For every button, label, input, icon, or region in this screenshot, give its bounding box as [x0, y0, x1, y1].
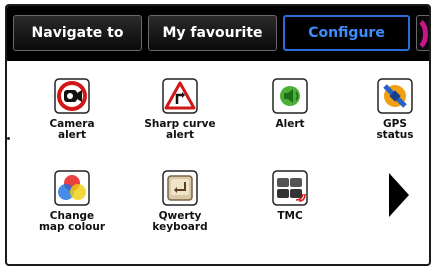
tab-label: Navigate to [31, 25, 124, 41]
camera-alert-icon [53, 77, 91, 115]
color-circles-icon [53, 169, 91, 207]
tab-label: My favourite [162, 25, 263, 41]
gps-satellite-icon [376, 77, 414, 115]
menu-item-label: TMC [277, 210, 303, 222]
traffic-icon [271, 169, 309, 207]
tab-navigate-to[interactable]: Navigate to [13, 15, 142, 51]
menu-item-label: GPS status [376, 118, 414, 141]
menu-item-label: Qwerty keyboard [152, 210, 208, 233]
menu-item-camera-alert[interactable]: Camera alert [22, 77, 122, 167]
navigation-device-screen: Navigate to My favourite Configure Camer… [5, 4, 431, 266]
sharp-curve-icon [161, 77, 199, 115]
menu-item-label: Alert [275, 118, 305, 130]
tab-my-favourite[interactable]: My favourite [148, 15, 277, 51]
menu-item-change-map-colour[interactable]: Change map colour [22, 169, 122, 259]
tab-configure[interactable]: Configure [283, 15, 410, 51]
side-marker [7, 137, 10, 140]
keyboard-key-icon [161, 169, 199, 207]
partial-logo-icon [419, 20, 428, 48]
menu-item-label: Change map colour [38, 210, 106, 233]
tab-label: Configure [308, 25, 385, 41]
next-page-arrow-icon[interactable] [387, 171, 411, 219]
menu-item-alert[interactable]: Alert [240, 77, 340, 167]
alert-speaker-icon [271, 77, 309, 115]
menu-item-gps-status[interactable]: GPS status [345, 77, 429, 167]
tab-partial-next[interactable] [416, 15, 429, 51]
menu-item-label: Camera alert [49, 118, 95, 141]
menu-item-tmc[interactable]: TMC [240, 169, 340, 259]
menu-item-sharp-curve-alert[interactable]: Sharp curve alert [130, 77, 230, 167]
menu-item-label: Sharp curve alert [144, 118, 216, 141]
menu-item-qwerty-keyboard[interactable]: Qwerty keyboard [130, 169, 230, 259]
top-tab-bar: Navigate to My favourite Configure [7, 6, 429, 61]
